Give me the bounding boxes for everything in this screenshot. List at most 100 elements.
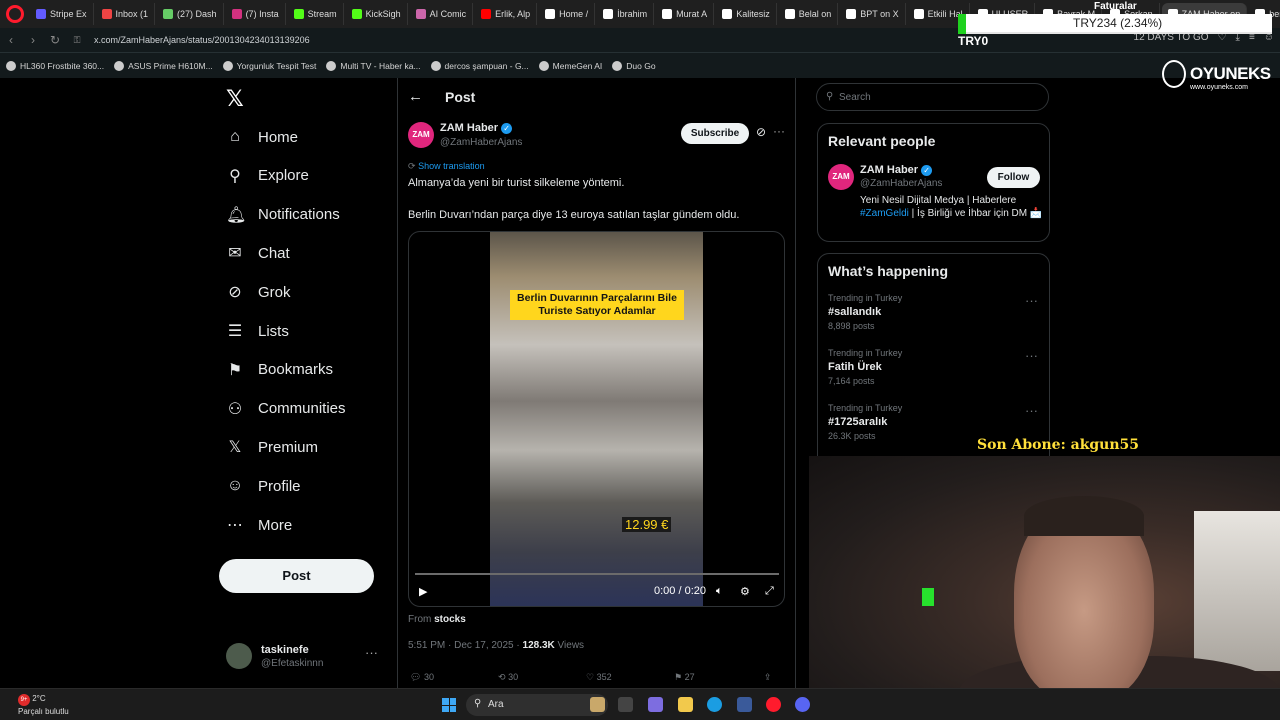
search-input[interactable]: ⚲ Search — [816, 83, 1049, 111]
author-handle[interactable]: @ZamHaberAjans — [440, 137, 522, 148]
more-icon[interactable]: ··· — [365, 645, 378, 660]
sidebar-item-communities[interactable]: ⚇ Communities — [226, 390, 346, 428]
trend-item[interactable]: Trending in Turkey #sallandık 8,898 posts ·… — [828, 293, 1040, 331]
post-button[interactable]: Post — [219, 559, 374, 593]
browser-tab[interactable]: Kalitesiz — [716, 3, 777, 25]
bookmark-item[interactable]: dercos şampuan - G... — [430, 60, 529, 71]
back-icon[interactable]: ‹ — [0, 33, 22, 47]
opera-logo-icon[interactable] — [6, 5, 24, 23]
video-price-tag: 12.99 € — [622, 517, 672, 532]
browser-tab[interactable]: Stripe Ex — [30, 3, 94, 25]
site-info-icon[interactable]: ⚿ — [66, 35, 88, 46]
more-icon[interactable]: ··· — [773, 124, 785, 138]
tab-favicon-icon — [846, 9, 857, 19]
author-avatar[interactable]: ZAM — [408, 122, 434, 148]
play-icon[interactable]: ▶ — [419, 585, 427, 598]
widget-app-icon[interactable] — [590, 697, 605, 712]
bookmark-item[interactable]: HL360 Frostbite 360... — [6, 60, 104, 71]
browser-tab[interactable]: AI Comic — [410, 3, 474, 25]
browser-tab[interactable]: Belal on — [779, 3, 839, 25]
tab-label: İbrahim — [617, 9, 648, 19]
bookmark-item[interactable]: Multi TV - Haber ka... — [326, 60, 421, 71]
follow-button[interactable]: Follow — [987, 167, 1040, 188]
page-title: Post — [445, 89, 476, 105]
account-handle: @Efetaskinnn — [261, 658, 324, 669]
store-icon[interactable] — [737, 697, 752, 712]
file-explorer-icon[interactable] — [678, 697, 693, 712]
x-logo-icon[interactable]: 𝕏 — [226, 86, 244, 112]
browser-tab[interactable]: KickSigh — [346, 3, 408, 25]
sidebar-item-premium[interactable]: 𝕏 Premium — [226, 428, 318, 466]
account-name: taskinefe — [261, 644, 309, 656]
bookmark-label: Duo Go — [626, 60, 656, 71]
volume-icon[interactable]: 🔈︎ — [716, 585, 723, 598]
more-icon[interactable]: ··· — [1025, 403, 1038, 418]
trend-item[interactable]: Trending in Turkey #1725aralık 26.3K posts… — [828, 403, 1040, 441]
browser-tab[interactable]: (7) Insta — [226, 3, 286, 25]
reload-icon[interactable]: ↻ — [44, 33, 66, 47]
account-switcher[interactable]: taskinefe @Efetaskinnn ··· — [226, 641, 386, 677]
trend-context: Trending in Turkey — [828, 293, 903, 303]
relevant-handle[interactable]: @ZamHaberAjans — [860, 178, 942, 189]
sidebar-item-label: Notifications — [258, 206, 340, 224]
browser-tab[interactable]: (27) Dash — [157, 3, 224, 25]
browser-tab[interactable]: BPT on X — [840, 3, 906, 25]
sidebar-item-explore[interactable]: ⚲ Explore — [226, 157, 309, 195]
sidebar-item-chat[interactable]: ✉ Chat — [226, 234, 289, 272]
like-button[interactable]: ♡ 352 — [586, 672, 674, 683]
sidebar-item-home[interactable]: ⌂ Home — [226, 118, 298, 156]
grok-icon[interactable]: ⊘ — [756, 125, 766, 139]
edge-icon[interactable] — [707, 697, 722, 712]
bookmark-item[interactable]: Yorgunluk Tespit Test — [222, 60, 316, 71]
video-player[interactable]: Berlin Duvarının Parçalarını Bile Turist… — [408, 231, 785, 607]
post-timestamp[interactable]: 5:51 PM · Dec 17, 2025 · — [408, 640, 520, 651]
copilot-icon[interactable] — [648, 697, 663, 712]
sidebar-item-bookmarks[interactable]: ⚑ Bookmarks — [226, 351, 333, 389]
sidebar-item-grok[interactable]: ⊘ Grok — [226, 273, 291, 311]
weather-widget[interactable]: 9+ 2°C Parçalı bulutlu — [18, 693, 69, 717]
task-view-icon[interactable] — [618, 697, 633, 712]
url-field[interactable]: x.com/ZamHaberAjans/status/2001304234013… — [94, 35, 310, 45]
browser-tab[interactable]: Murat A — [656, 3, 715, 25]
bookmark-item[interactable]: MemeGen AI — [538, 60, 602, 71]
settings-icon[interactable]: ⚙ — [740, 585, 750, 598]
taskbar-search-text: Ara — [488, 699, 504, 710]
subscribe-button[interactable]: Subscribe — [681, 123, 749, 144]
sidebar-item-notifications[interactable]: 🔔︎ Notifications — [226, 196, 340, 234]
source-link[interactable]: stocks — [434, 614, 466, 625]
opera-icon[interactable] — [766, 697, 781, 712]
browser-tab[interactable]: İbrahim — [597, 3, 655, 25]
show-translation-link[interactable]: ⟳ Show translation — [408, 161, 485, 172]
reply-button[interactable]: 💬︎ 30 — [410, 672, 498, 683]
taskbar-search[interactable]: ⚲ Ara — [466, 694, 608, 716]
more-icon[interactable]: ··· — [1025, 293, 1038, 308]
discord-icon[interactable] — [795, 697, 810, 712]
browser-tab[interactable]: Home / — [539, 3, 596, 25]
hashtag-link[interactable]: #ZamGeldi — [860, 208, 909, 219]
back-arrow-icon[interactable]: ← — [408, 88, 423, 105]
browser-tab[interactable]: Inbox (1 — [96, 3, 156, 25]
sidebar-item-more[interactable]: ⋯ More — [226, 506, 292, 544]
windows-start-icon[interactable] — [442, 698, 456, 712]
fullscreen-icon[interactable]: ⤢ — [765, 585, 774, 598]
video-frame[interactable]: Berlin Duvarının Parçalarını Bile Turist… — [490, 232, 703, 606]
bookmark-button[interactable]: ⚑ 27 — [674, 672, 762, 683]
forward-icon[interactable]: › — [22, 33, 44, 47]
more-icon[interactable]: ··· — [1025, 348, 1038, 363]
reply-icon: 💬︎ — [410, 672, 422, 682]
bookmark-item[interactable]: Duo Go — [612, 60, 656, 71]
video-progress-bar[interactable] — [415, 573, 779, 575]
relevant-name[interactable]: ZAM Haber ✓ — [860, 164, 933, 176]
tab-label: (7) Insta — [245, 9, 279, 19]
sidebar-item-label: Grok — [258, 283, 291, 301]
avatar[interactable]: ZAM — [828, 164, 854, 190]
bookmark-item[interactable]: ASUS Prime H610M... — [114, 60, 213, 71]
sidebar-item-profile[interactable]: ☺ Profile — [226, 467, 301, 505]
browser-tab[interactable]: Erlik, Alp — [475, 3, 538, 25]
sidebar-item-lists[interactable]: ☰ Lists — [226, 312, 289, 350]
trend-item[interactable]: Trending in Turkey Fatih Ürek 7,164 posts ·… — [828, 348, 1040, 386]
browser-tab[interactable]: Stream — [288, 3, 344, 25]
repost-button[interactable]: ⟲ 30 — [498, 672, 586, 683]
share-button[interactable]: ⇪ — [764, 672, 772, 683]
author-name[interactable]: ZAM Haber ✓ — [440, 122, 513, 134]
